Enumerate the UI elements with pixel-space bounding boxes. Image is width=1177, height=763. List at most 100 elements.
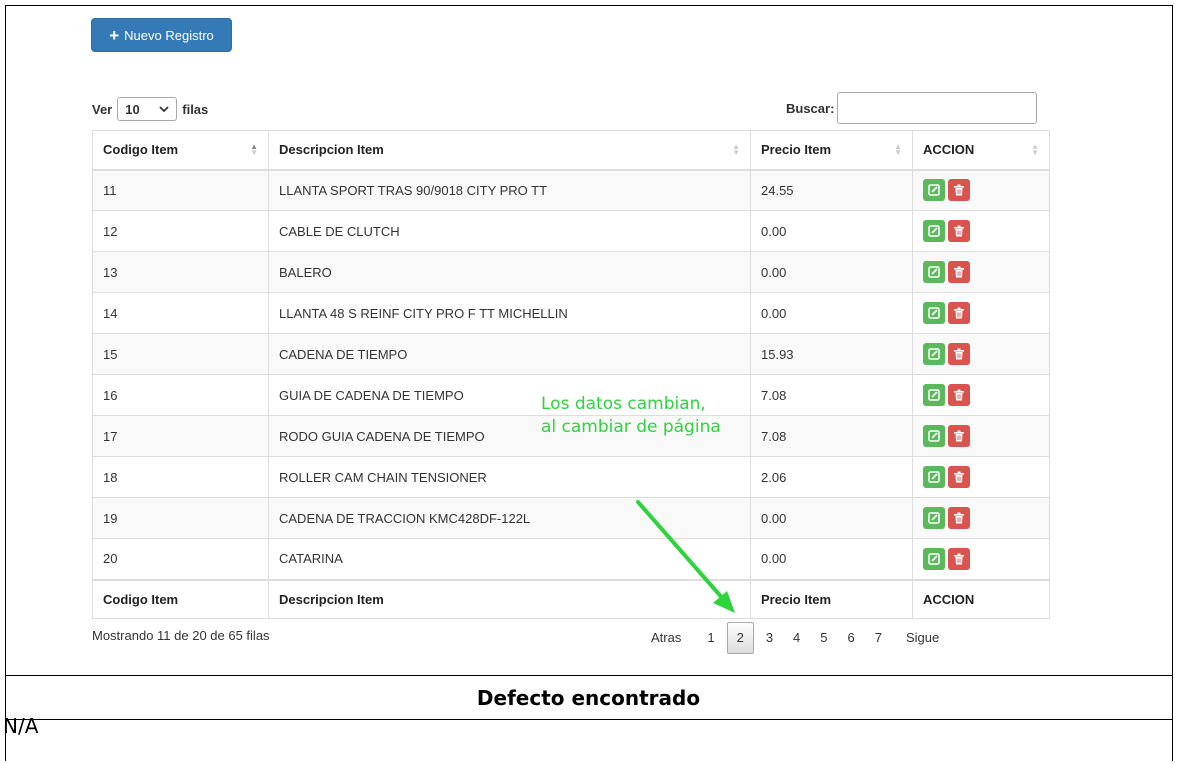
edit-button[interactable] [923, 302, 945, 324]
chevron-down-icon [159, 105, 169, 112]
table-row: 14 LLANTA 48 S REINF CITY PRO F TT MICHEL… [92, 292, 1050, 334]
pagination-page[interactable]: 6 [840, 622, 863, 654]
cell-accion [912, 374, 1050, 416]
column-header-label: ACCION [923, 142, 975, 158]
edit-button[interactable] [923, 384, 945, 406]
cell-codigo: 13 [92, 251, 269, 293]
annotation-note: Los datos cambian, al cambiar de página [541, 393, 721, 439]
delete-button[interactable] [948, 507, 970, 529]
cell-precio: 2.06 [750, 456, 913, 498]
cell-codigo: 16 [92, 374, 269, 416]
divider [6, 719, 1172, 720]
cell-precio: 0.00 [750, 538, 913, 580]
cell-descripcion: LLANTA SPORT TRAS 90/9018 CITY PRO TT [268, 169, 751, 211]
cell-accion [912, 333, 1050, 375]
edit-button[interactable] [923, 507, 945, 529]
delete-button[interactable] [948, 261, 970, 283]
table-row: 15 CADENA DE TIEMPO 15.93 [92, 333, 1050, 375]
table-header-row: Codigo Item ▲ ▼ Descripcion Item ▲ ▼ Preci… [92, 130, 1050, 171]
table-row: 19 CADENA DE TRACCION KMC428DF-122L 0.00 [92, 497, 1050, 539]
page-length-value: 10 [125, 101, 140, 117]
edit-button[interactable] [923, 343, 945, 365]
table-row: 11 LLANTA SPORT TRAS 90/9018 CITY PRO TT 2… [92, 169, 1050, 211]
cell-precio: 0.00 [750, 210, 913, 252]
divider [6, 675, 1172, 676]
cell-codigo: 18 [92, 456, 269, 498]
column-header-label: Descripcion Item [279, 142, 384, 158]
footer-descripcion: Descripcion Item [268, 578, 751, 619]
column-header-precio[interactable]: Precio Item ▲ ▼ [750, 130, 913, 171]
pagination-prev[interactable]: Atras [643, 622, 689, 654]
new-record-button[interactable]: + Nuevo Registro [91, 18, 232, 52]
footer-precio: Precio Item [750, 578, 913, 619]
cell-descripcion: CABLE DE CLUTCH [268, 210, 751, 252]
pagination-next[interactable]: Sigue [898, 622, 947, 654]
edit-button[interactable] [923, 466, 945, 488]
edit-button[interactable] [923, 547, 945, 570]
cell-descripcion: BALERO [268, 251, 751, 293]
footer-accion: ACCION [912, 578, 1050, 619]
cell-descripcion: LLANTA 48 S REINF CITY PRO F TT MICHELLI… [268, 292, 751, 334]
table-row: 18 ROLLER CAM CHAIN TENSIONER 2.06 [92, 456, 1050, 498]
page-length-select[interactable]: 10 [117, 97, 178, 121]
sort-icon: ▲ ▼ [732, 142, 740, 157]
table-footer-row: Codigo Item Descripcion Item Precio Item… [92, 578, 1050, 619]
column-header-codigo[interactable]: Codigo Item ▲ ▼ [92, 130, 269, 171]
cell-precio: 24.55 [750, 169, 913, 211]
pagination-page[interactable]: 7 [867, 622, 890, 654]
table-row: 13 BALERO 0.00 [92, 251, 1050, 293]
search-label: Buscar: [786, 100, 835, 116]
cell-accion [912, 251, 1050, 293]
table-row: 20 CATARINA 0.00 [92, 538, 1050, 580]
cell-codigo: 17 [92, 415, 269, 457]
pagination-page[interactable]: 5 [812, 622, 835, 654]
edit-button[interactable] [923, 425, 945, 447]
search-filter: Buscar: [786, 92, 1038, 124]
edit-button[interactable] [923, 179, 945, 202]
delete-button[interactable] [948, 425, 970, 447]
cell-precio: 7.08 [750, 415, 913, 457]
plus-icon: + [109, 25, 120, 45]
delete-button[interactable] [948, 466, 970, 488]
cell-codigo: 14 [92, 292, 269, 334]
pagination-page[interactable]: 4 [785, 622, 808, 654]
column-header-descripcion[interactable]: Descripcion Item ▲ ▼ [268, 130, 751, 171]
edit-button[interactable] [923, 261, 945, 283]
defect-value: N/A [3, 714, 39, 738]
page-length-control: Ver 10 filas [92, 97, 208, 121]
defect-title: Defecto encontrado [476, 686, 701, 710]
cell-accion [912, 538, 1050, 580]
cell-precio: 0.00 [750, 497, 913, 539]
delete-button[interactable] [948, 343, 970, 365]
sort-icon: ▲ ▼ [894, 142, 902, 157]
cell-descripcion: CATARINA [268, 538, 751, 580]
pagination-page[interactable]: 1 [699, 622, 722, 654]
pagination-page-current[interactable]: 2 [726, 622, 754, 654]
cell-codigo: 20 [92, 538, 269, 580]
pagination-page[interactable]: 3 [758, 622, 781, 654]
delete-button[interactable] [948, 384, 970, 406]
table-row: 12 CABLE DE CLUTCH 0.00 [92, 210, 1050, 252]
column-header-accion[interactable]: ACCION ▲ ▼ [912, 130, 1050, 171]
pagination: Atras 1 2 3 4 5 6 7 Sigue [641, 622, 949, 654]
length-suffix: filas [182, 101, 209, 117]
delete-button[interactable] [948, 302, 970, 324]
column-header-label: Precio Item [761, 142, 832, 158]
cell-accion [912, 169, 1050, 211]
cell-descripcion: CADENA DE TRACCION KMC428DF-122L [268, 497, 751, 539]
cell-codigo: 12 [92, 210, 269, 252]
delete-button[interactable] [948, 179, 970, 202]
items-table: Codigo Item ▲ ▼ Descripcion Item ▲ ▼ Preci… [92, 130, 1050, 619]
cell-codigo: 19 [92, 497, 269, 539]
edit-button[interactable] [923, 220, 945, 242]
sort-asc-icon: ▲ ▼ [250, 142, 258, 157]
cell-precio: 7.08 [750, 374, 913, 416]
search-input[interactable] [837, 92, 1038, 124]
new-record-label: Nuevo Registro [124, 27, 214, 43]
delete-button[interactable] [948, 220, 970, 242]
delete-button[interactable] [948, 547, 970, 570]
cell-codigo: 11 [92, 169, 269, 211]
footer-codigo: Codigo Item [92, 578, 269, 619]
cell-accion [912, 210, 1050, 252]
cell-accion [912, 292, 1050, 334]
